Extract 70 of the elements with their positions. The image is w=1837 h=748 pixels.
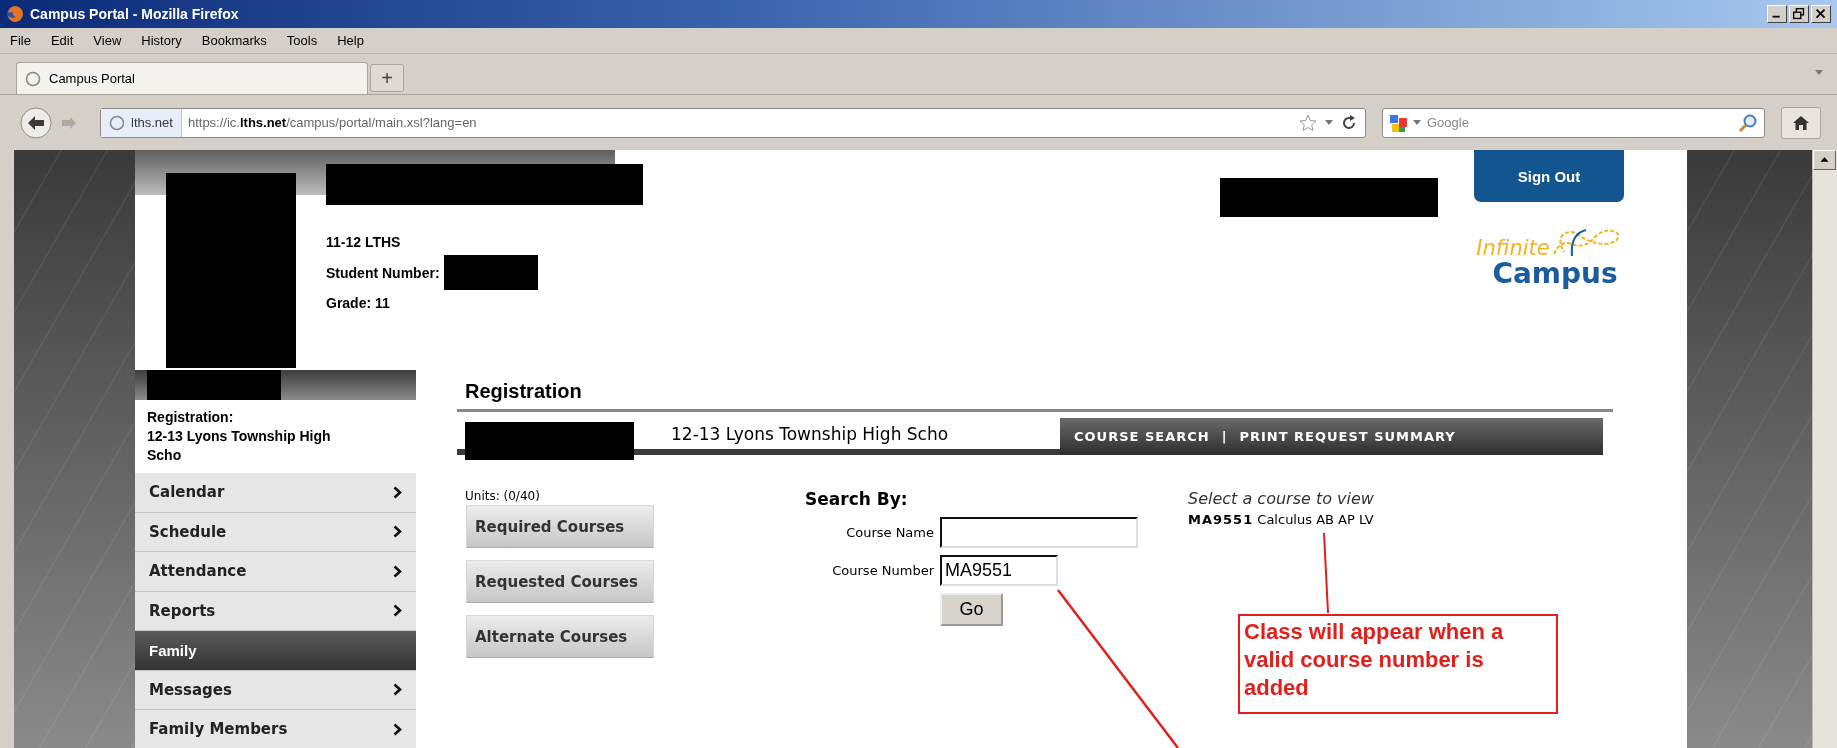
nav-link[interactable]: COURSE SEARCH <box>1074 429 1210 444</box>
sidebar-section-header: Family <box>135 631 416 671</box>
reload-icon[interactable] <box>1341 114 1357 131</box>
school-year: 11-12 LTHS <box>326 233 402 252</box>
google-icon <box>1389 112 1409 133</box>
field-label: Course Name <box>845 525 935 540</box>
sign-out-button[interactable]: Sign Out <box>1474 150 1624 202</box>
logo-word: Infinite <box>1476 236 1550 260</box>
chevron-icon <box>393 564 402 578</box>
restore-icon[interactable] <box>1789 5 1809 23</box>
context-value: 12-13 Lyons Township High Scho <box>147 427 332 465</box>
input-field[interactable] <box>940 517 1138 548</box>
section-title: Registration <box>457 370 1613 412</box>
chevron-icon <box>393 604 402 618</box>
logo-word: Campus <box>1492 260 1618 288</box>
context-label: Registration: <box>147 408 235 427</box>
caret-icon[interactable] <box>1325 120 1333 125</box>
chevron-icon <box>393 485 402 499</box>
close-icon[interactable] <box>1811 5 1831 23</box>
menu-item[interactable]: Tools <box>286 33 318 48</box>
student-number-label: Student Number: <box>326 263 440 283</box>
scroll-up-icon[interactable] <box>1813 150 1836 170</box>
chevron-icon <box>393 525 402 539</box>
caret-icon[interactable] <box>1815 70 1823 75</box>
loading-icon <box>25 70 41 87</box>
new-tab-button[interactable]: + <box>370 64 404 92</box>
address-url[interactable]: https://ic.lths.net/campus/portal/main.xsl?lang=en <box>187 115 477 130</box>
separator-text: | <box>1221 429 1228 444</box>
input-field[interactable]: MA9551 <box>940 555 1058 586</box>
window-title: Campus Portal - Mozilla Firefox <box>30 6 239 22</box>
menu-item[interactable]: History <box>141 33 182 48</box>
home-button[interactable] <box>1781 106 1821 139</box>
sidebar-item[interactable]: Reports <box>135 591 416 631</box>
search-box[interactable]: Google <box>1382 107 1765 138</box>
units-text: Units: (0/40) <box>464 489 541 503</box>
search-field[interactable]: Google <box>1425 114 1734 131</box>
globe-icon <box>109 114 125 131</box>
course-result[interactable]: MA9551 Calculus AB AP LV <box>1188 512 1613 527</box>
star-icon[interactable] <box>1299 113 1317 132</box>
go-button[interactable]: Go <box>940 593 1003 626</box>
menu-item[interactable]: Edit <box>50 33 74 48</box>
menu-item[interactable]: Bookmarks <box>201 33 267 48</box>
firefox-icon <box>6 5 24 23</box>
prompt-text: Select a course to view <box>1188 489 1375 508</box>
course-list-button[interactable]: Alternate Courses <box>466 615 654 658</box>
menu-item[interactable]: File <box>10 33 31 48</box>
course-list-button[interactable]: Required Courses <box>466 505 654 548</box>
menu-item[interactable]: View <box>93 33 122 48</box>
minimize-icon[interactable] <box>1767 5 1787 23</box>
chevron-icon <box>393 722 402 736</box>
course-list-button[interactable]: Requested Courses <box>466 560 654 603</box>
sidebar-item[interactable]: Attendance <box>135 552 416 592</box>
chevron-icon <box>393 683 402 697</box>
home-icon <box>1792 114 1810 131</box>
school-name: 12-13 Lyons Township High Scho <box>671 424 949 444</box>
sidebar-item[interactable]: Schedule <box>135 512 416 552</box>
sidebar-item[interactable]: Calendar <box>135 473 416 513</box>
annotation-callout: Class will appear when a valid course number is added <box>1238 614 1558 714</box>
sidebar-item[interactable]: Messages <box>135 670 416 710</box>
scrollbar[interactable] <box>1812 150 1837 748</box>
nav-link[interactable]: PRINT REQUEST SUMMARY <box>1239 429 1456 444</box>
sidebar-item[interactable]: Family Members <box>135 710 416 748</box>
site-identity[interactable]: lths.net <box>101 108 182 137</box>
grade-text: Grade: 11 <box>326 294 391 313</box>
caret-icon[interactable] <box>1413 120 1421 125</box>
menu-item[interactable]: Help <box>337 33 364 48</box>
browser-tab[interactable]: Campus Portal <box>16 62 368 94</box>
field-label: Course Number <box>831 563 935 578</box>
search-title: Search By: <box>805 489 909 509</box>
search-icon[interactable] <box>1738 112 1758 133</box>
